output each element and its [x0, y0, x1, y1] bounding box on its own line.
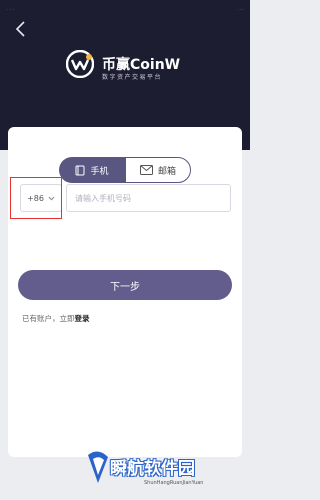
country-code-value: +86: [27, 193, 44, 203]
phone-row: +86: [18, 184, 232, 212]
envelope-icon: [139, 165, 153, 175]
login-prompt-text: 已有账户，立即: [22, 314, 75, 323]
watermark: 瞬航软件园 ShunHangRuanJianYuan: [84, 449, 244, 497]
back-button[interactable]: [14, 20, 28, 38]
watermark-title: 瞬航软件园: [110, 459, 195, 479]
status-bar-right: ...: [237, 4, 244, 12]
brand-name: 币赢CoinW: [102, 57, 181, 73]
tab-phone-label: 手机: [90, 166, 109, 177]
chevron-left-icon: [15, 21, 25, 37]
brand-tagline: 数字资产交易平台: [102, 74, 163, 81]
login-link[interactable]: 登录: [75, 314, 90, 323]
tab-email-label: 邮箱: [157, 166, 176, 177]
phone-number-input[interactable]: [66, 184, 231, 212]
login-card: 手机 邮箱 +86 下一步 已有账户，立即登录: [8, 127, 242, 457]
login-prompt: 已有账户，立即登录: [22, 313, 90, 324]
book-icon: [75, 165, 85, 175]
login-method-tabs: 手机 邮箱: [59, 157, 191, 183]
watermark-subtitle: ShunHangRuanJianYuan: [144, 480, 204, 486]
logo: 币赢CoinW 数字资产交易平台: [66, 50, 216, 81]
chevron-down-icon: [48, 196, 55, 201]
coinw-logo-icon: [66, 50, 94, 78]
next-step-button[interactable]: 下一步: [18, 270, 232, 300]
watermark-logo-icon: [88, 451, 108, 483]
tab-phone[interactable]: 手机: [59, 157, 125, 183]
country-code-select[interactable]: +86: [20, 184, 62, 212]
tab-email[interactable]: 邮箱: [125, 157, 191, 183]
status-bar-left: ...: [6, 4, 16, 12]
